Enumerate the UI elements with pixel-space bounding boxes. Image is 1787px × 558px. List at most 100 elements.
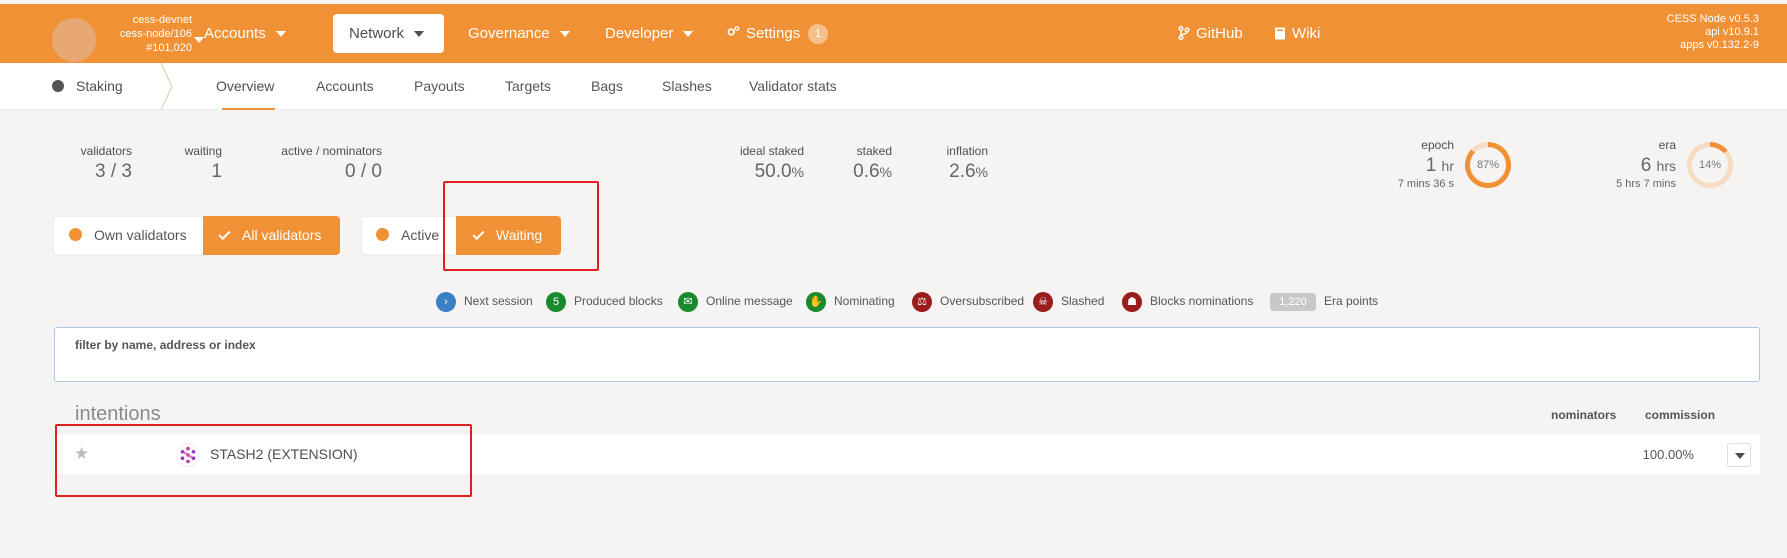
legend-item: 5 Produced blocks [546,291,663,312]
stat-unit: hrs [1656,158,1676,174]
section-label: Staking [76,78,123,94]
branch-icon [1178,25,1190,41]
chevron-down-icon [414,31,425,38]
chain-name: cess-devnet [132,14,192,26]
toggle-label: Active [401,227,440,243]
github-link[interactable]: GitHub [1178,14,1243,53]
breadcrumb-separator [160,63,173,110]
menu-settings[interactable]: Settings 1 [710,14,844,53]
search-label: filter by name, address or index [75,338,256,352]
stat-number: 2.6 [949,161,976,182]
stat-value: 50.0% [722,160,804,184]
search-input[interactable]: filter by name, address or index [54,327,1760,382]
legend-item: ✉ Online message [678,291,793,312]
chevron-down-icon [559,31,570,38]
gear-icon [727,26,740,36]
user-slash-icon: ☗ [1122,292,1142,312]
tab-bags[interactable]: Bags [591,63,623,110]
stat-label: waiting [184,144,222,158]
tab-validator-stats[interactable]: Validator stats [749,63,837,110]
legend-label: Era points [1324,294,1379,308]
stat-label: staked [856,144,892,158]
stat-value: 3 / 3 [95,161,132,182]
book-icon [1275,27,1285,40]
column-commission: commission [1645,408,1716,422]
stat-number: 6 [1640,155,1652,176]
legend-label: Nominating [834,294,895,308]
top-bar: cess-devnet cess-node/106 #101,020 Accou… [0,4,1787,63]
chevron-right-icon: › [436,292,456,312]
menu-network-label: Network [349,25,405,42]
toggle-active[interactable]: Active [376,216,439,255]
wiki-label: Wiki [1292,25,1321,42]
stat-value: 0 / 0 [345,161,382,182]
legend: › Next session 5 Produced blocks ✉ Online mes… [436,291,1378,312]
tab-overview[interactable]: Overview [216,63,276,110]
toggle-all-validators[interactable]: All validators [203,216,340,255]
stat-number: 1 [1425,155,1437,176]
legend-item: ☠ Slashed [1033,291,1104,312]
stat-epoch: epoch 1 hr 7 mins 36 s [1380,138,1454,190]
toggle-label: All validators [242,227,322,243]
era-points-badge: 1,220 [1270,293,1316,311]
chevron-down-icon [683,31,694,38]
wiki-link[interactable]: Wiki [1274,14,1320,53]
tab-targets[interactable]: Targets [505,63,551,110]
legend-label: Blocks nominations [1150,294,1254,308]
legend-item: ☗ Blocks nominations [1122,291,1253,312]
github-label: GitHub [1196,25,1243,42]
stat-unit: % [879,164,892,180]
envelope-icon: ✉ [678,292,698,312]
block-number: #101,020 [146,42,192,54]
legend-label: Next session [464,294,533,308]
column-nominators: nominators [1551,408,1617,422]
expand-row-button[interactable] [1727,443,1751,467]
node-name: cess-node/106 [119,28,192,40]
stat-inflation: inflation 2.6% [936,144,988,184]
chain-logo[interactable] [52,18,96,62]
legend-item: 1,220 Era points [1270,291,1378,311]
stat-ideal-staked: ideal staked 50.0% [722,144,804,184]
menu-governance[interactable]: Governance [452,14,586,53]
stat-label: active / nominators [281,144,382,158]
legend-label: Oversubscribed [940,294,1025,308]
menu-accounts[interactable]: Accounts [188,14,302,53]
stat-staked: staked 0.6% [840,144,892,184]
stat-remaining: 7 mins 36 s [1397,178,1454,190]
version-info: CESS Node v0.5.3 api v10.9.1 apps v0.132… [1667,13,1759,52]
menu-governance-label: Governance [468,25,550,42]
radio-dot [376,228,389,241]
highlight-box-waiting [443,181,599,271]
chain-selector[interactable]: cess-devnet cess-node/106 #101,020 [100,13,204,55]
legend-label: Slashed [1061,294,1105,308]
tab-payouts[interactable]: Payouts [414,63,465,110]
stat-unit: hr [1441,158,1454,174]
legend-label: Online message [706,294,793,308]
skull-icon: ☠ [1033,292,1053,312]
stat-value: 0.6% [840,160,892,184]
stat-unit: % [975,164,988,180]
menu-network[interactable]: Network [333,14,444,53]
commission-value: 100.00% [1642,447,1694,462]
count-badge: 5 [546,292,566,312]
stat-remaining: 5 hrs 7 mins [1616,178,1676,190]
tab-accounts[interactable]: Accounts [316,63,374,110]
menu-accounts-label: Accounts [204,25,266,42]
radio-dot [69,228,82,241]
stat-number: 50.0 [754,161,792,182]
stat-label: era [1658,138,1676,152]
stat-waiting: waiting 1 [172,144,222,184]
legend-item: › Next session [436,291,533,312]
apps-version: apps v0.132.2-9 [1680,39,1759,51]
menu-developer[interactable]: Developer [589,14,709,53]
staking-icon [52,80,64,92]
table-title: intentions [75,403,161,425]
toggle-own-validators[interactable]: Own validators [69,216,187,255]
tab-slashes[interactable]: Slashes [662,63,712,110]
stat-validators: validators 3 / 3 [72,144,132,184]
stat-number: 0.6 [853,161,880,182]
stat-label: inflation [946,144,988,158]
stat-value: 2.6% [936,160,988,184]
stat-value: 6 hrs [1600,154,1676,178]
era-progress-ring: 14% [1687,142,1733,188]
